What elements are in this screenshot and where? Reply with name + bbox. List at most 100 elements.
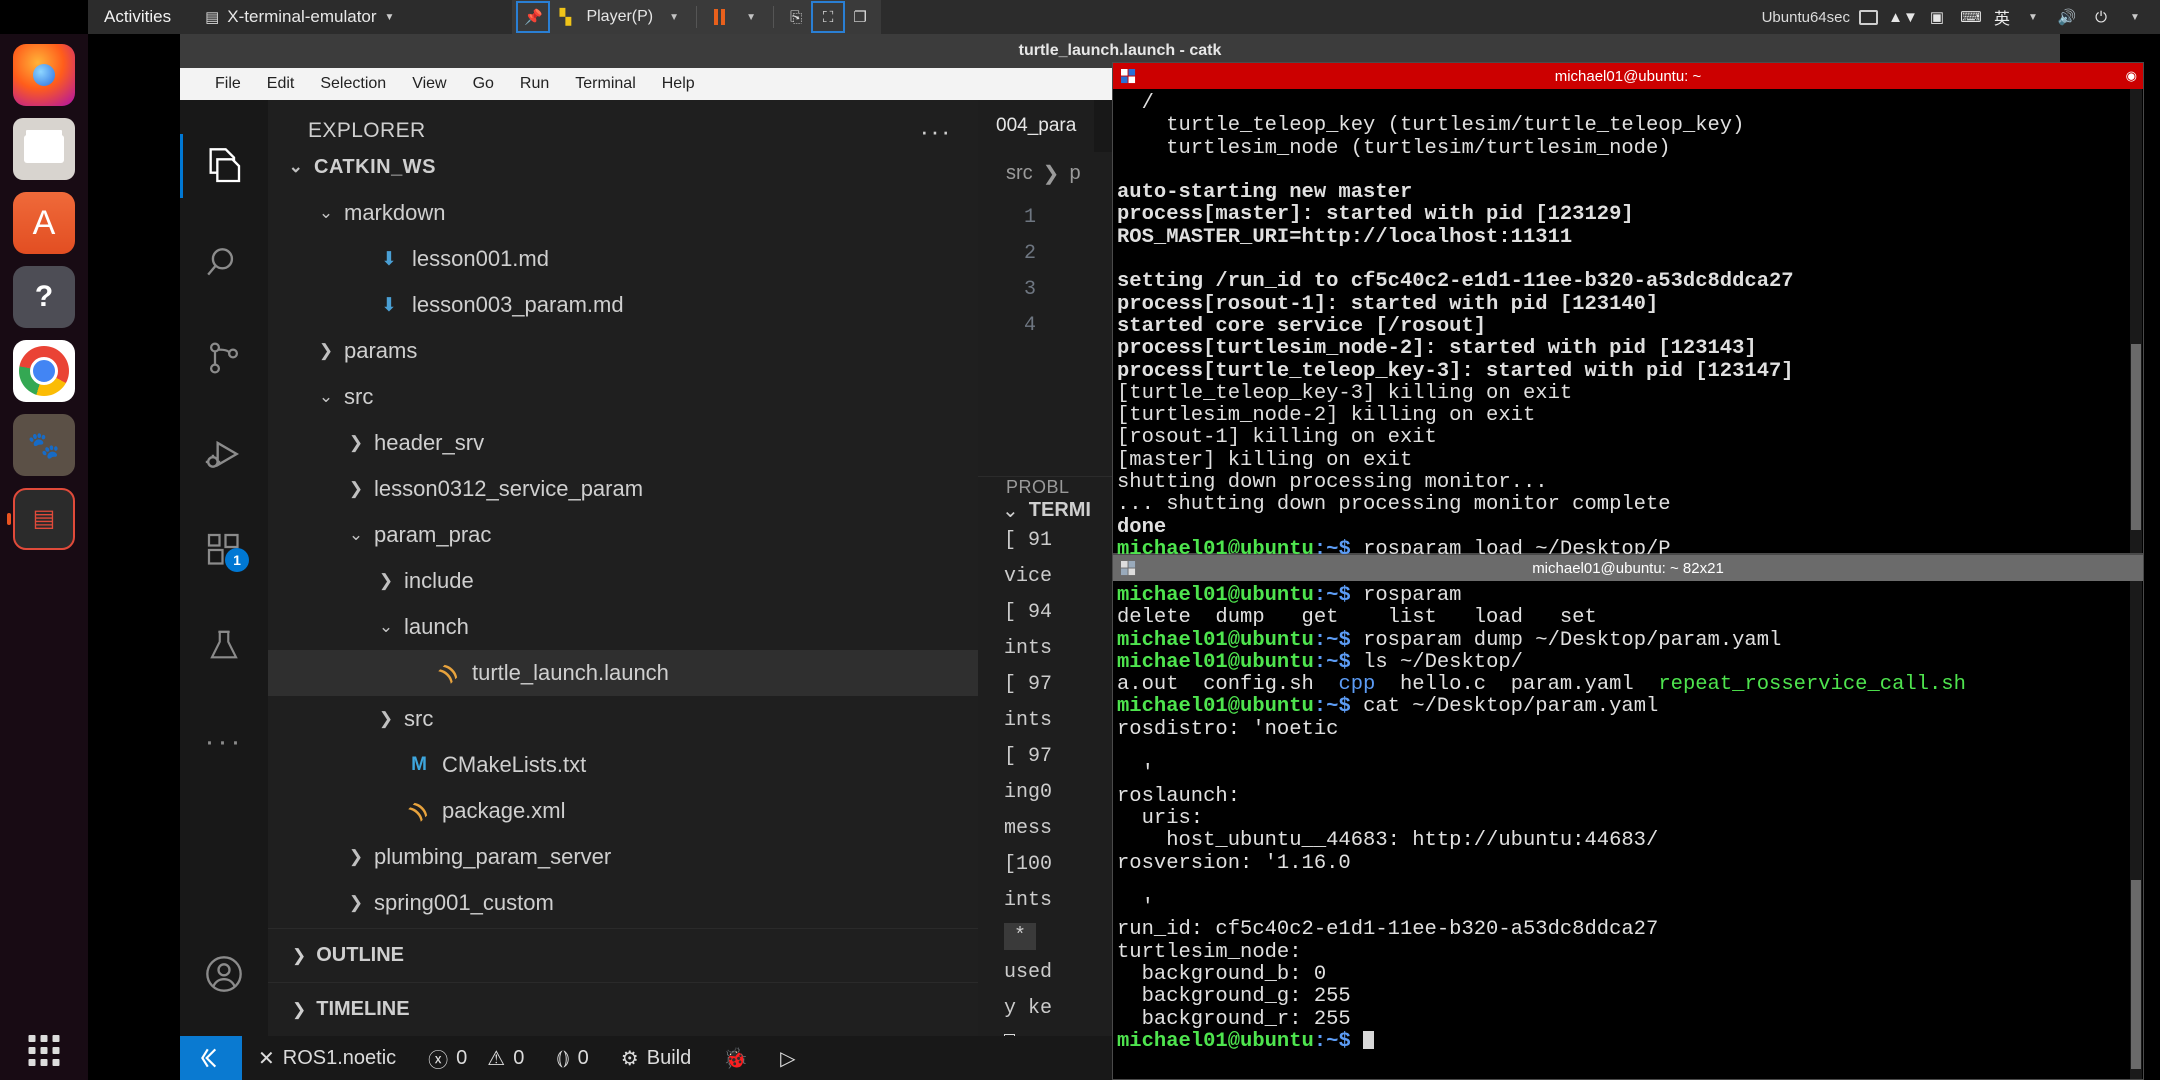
show-applications-button[interactable] xyxy=(28,1035,60,1066)
radio-count: 0 xyxy=(577,1046,589,1069)
terminal-line: run_id: cf5c40c2-e1d1-11ee-b320-a53dc8dd… xyxy=(1117,918,1659,942)
player-menu-label[interactable]: Player(P) xyxy=(582,8,657,26)
chevron-right-icon: ❯ xyxy=(348,847,364,866)
activity-explorer[interactable] xyxy=(180,118,268,214)
tree-item[interactable]: ⌄ param_prac xyxy=(268,512,978,558)
tree-item-selected[interactable]: )) turtle_launch.launch xyxy=(268,650,978,696)
menu-run[interactable]: Run xyxy=(507,72,562,96)
pause-chevron-down-icon[interactable]: ▼ xyxy=(736,3,766,31)
status-build[interactable]: ⚙ Build xyxy=(605,1046,707,1071)
menu-terminal[interactable]: Terminal xyxy=(562,72,648,96)
explorer-more-actions[interactable]: ··· xyxy=(920,116,952,147)
chevron-right-icon: ❯ xyxy=(378,709,394,728)
line-number-gutter: 1 2 3 4 xyxy=(978,200,1050,476)
terminal-bottom-output[interactable]: michael01@ubuntu:~$ rosparam delete dump … xyxy=(1113,581,2143,1053)
terminal-bottom-scrollbar[interactable] xyxy=(2130,581,2142,1079)
status-ros-nodes[interactable]: ⦅⦆ 0 xyxy=(540,1047,604,1070)
dock-item-terminal[interactable]: ▤ xyxy=(7,488,75,550)
tree-item[interactable]: )) package.xml xyxy=(268,788,978,834)
tree-item[interactable]: ⬇ lesson001.md xyxy=(268,236,978,282)
error-count: 0 xyxy=(456,1046,468,1069)
activity-extensions[interactable]: 1 xyxy=(180,502,268,598)
activity-accounts[interactable] xyxy=(180,926,268,1022)
menu-help[interactable]: Help xyxy=(649,72,708,96)
dock-item-ubuntu-software[interactable]: A xyxy=(13,192,75,254)
file-tree[interactable]: ⌄ CATKIN_WS ⌄ markdown ⬇ lesson001.md ⬇ lesson0… xyxy=(268,144,978,928)
dock-item-gimp[interactable]: 🐾 xyxy=(13,414,75,476)
timeline-section[interactable]: ❯ TIMELINE xyxy=(268,982,978,1036)
terminal-line: turtlesim_node (turtlesim/turtlesim_node… xyxy=(1117,136,1671,160)
tree-item[interactable]: ❯ plumbing_param_server xyxy=(268,834,978,880)
tree-item[interactable]: ❯ spring001_custom xyxy=(268,880,978,926)
dock-item-firefox[interactable] xyxy=(13,44,75,106)
terminal-line: a.out config.sh cpp hello.c param.yaml r… xyxy=(1117,673,1966,697)
activity-search[interactable] xyxy=(180,214,268,310)
status-debug[interactable]: 🐞 xyxy=(707,1046,764,1071)
activity-run-and-debug[interactable] xyxy=(180,406,268,502)
ime-chevron-down-icon[interactable]: ▼ xyxy=(2022,7,2044,27)
volume-icon[interactable]: 🔊 xyxy=(2056,7,2078,27)
menu-edit[interactable]: Edit xyxy=(254,72,308,96)
tree-item[interactable]: ❯ lesson0312_service_param xyxy=(268,466,978,512)
ime-indicator[interactable]: 英 xyxy=(1994,5,2010,29)
tree-item[interactable]: M CMakeLists.txt xyxy=(268,742,978,788)
tree-item[interactable]: ❯ params xyxy=(268,328,978,374)
tree-item-label: package.xml xyxy=(442,798,566,823)
tree-item[interactable]: ⌄ launch xyxy=(268,604,978,650)
dock-item-help[interactable]: ? xyxy=(13,266,75,328)
warning-icon: ⚠ xyxy=(487,1047,506,1070)
activity-source-control[interactable] xyxy=(180,310,268,406)
terminal-top-scrollbar[interactable] xyxy=(2130,89,2142,553)
fullscreen-icon[interactable]: ⛶ xyxy=(811,1,846,33)
terminal-top-close-icon[interactable]: ◉ xyxy=(2126,68,2137,84)
status-ros-distro[interactable]: ✕ ROS1.noetic xyxy=(242,1046,412,1071)
menu-file[interactable]: File xyxy=(202,72,254,96)
tree-item-label: src xyxy=(344,384,374,409)
menu-selection[interactable]: Selection xyxy=(307,72,399,96)
menu-go[interactable]: Go xyxy=(460,72,507,96)
network-icon[interactable]: ▲▼ xyxy=(1888,7,1918,27)
keyboard-icon[interactable]: ⌨ xyxy=(1960,7,1982,27)
tree-item[interactable]: ⌄ markdown xyxy=(268,190,978,236)
tree-item[interactable]: ⌄ src xyxy=(268,374,978,420)
terminal-window-bottom[interactable]: michael01@ubuntu: ~ 82x21 michael01@ubun… xyxy=(1112,554,2144,1080)
app-menu-button[interactable]: ▤ X-terminal-emulator ▼ xyxy=(187,7,412,27)
dock-item-files[interactable] xyxy=(13,118,75,180)
terminal-top-output[interactable]: / turtle_teleop_key (turtlesim/turtle_te… xyxy=(1113,89,2143,561)
breadcrumb-item-src[interactable]: src xyxy=(1006,162,1033,185)
status-problems[interactable]: ⓧ 0 ⚠ 0 xyxy=(412,1044,540,1073)
md-file-icon: ⬇ xyxy=(381,294,397,316)
terminal-window-top[interactable]: michael01@ubuntu: ~ ◉ / turtle_teleop_ke… xyxy=(1112,62,2144,561)
dock-item-chrome[interactable] xyxy=(13,340,75,402)
send-ctrl-alt-del-icon[interactable]: ⎘ xyxy=(781,3,811,31)
activities-button[interactable]: Activities xyxy=(88,7,187,27)
tree-item[interactable]: ❯ src xyxy=(268,696,978,742)
display-icon[interactable]: ▣ xyxy=(1926,7,1948,27)
tree-item[interactable]: ⌄ CATKIN_WS xyxy=(268,144,978,190)
tree-item[interactable]: ❯ include xyxy=(268,558,978,604)
remote-indicator[interactable] xyxy=(180,1036,242,1080)
breadcrumb-item-p[interactable]: p xyxy=(1069,162,1080,185)
outline-section[interactable]: ❯ OUTLINE xyxy=(268,928,978,982)
terminal-bottom-titlebar[interactable]: michael01@ubuntu: ~ 82x21 xyxy=(1113,555,2143,581)
tree-item[interactable]: ❯spring001_review xyxy=(268,926,978,928)
pin-icon[interactable]: 📌 xyxy=(516,1,551,33)
status-run[interactable]: ▷ xyxy=(764,1046,811,1071)
chevron-right-icon: ❯ xyxy=(292,999,307,1019)
tree-item[interactable]: ❯ header_srv xyxy=(268,420,978,466)
power-icon[interactable]: ⏻ xyxy=(2090,7,2112,27)
screen-share-icon[interactable] xyxy=(1858,7,1880,27)
menu-view[interactable]: View xyxy=(399,72,459,96)
activity-more[interactable]: ··· xyxy=(180,694,268,790)
pause-icon[interactable] xyxy=(704,3,734,31)
tab-problems[interactable]: PROBL xyxy=(1006,477,1070,498)
tray-chevron-down-icon[interactable]: ▼ xyxy=(2124,7,2146,27)
tree-item[interactable]: ⬇ lesson003_param.md xyxy=(268,282,978,328)
tree-item-label: lesson0312_service_param xyxy=(374,476,644,501)
terminal-line: / xyxy=(1117,92,1154,115)
activity-testing[interactable] xyxy=(180,598,268,694)
player-chevron-down-icon[interactable]: ▼ xyxy=(659,3,689,31)
unity-mode-icon[interactable]: ❐ xyxy=(845,3,875,31)
editor-tab-active[interactable]: 004_para xyxy=(978,100,1095,152)
terminal-top-titlebar[interactable]: michael01@ubuntu: ~ ◉ xyxy=(1113,63,2143,89)
